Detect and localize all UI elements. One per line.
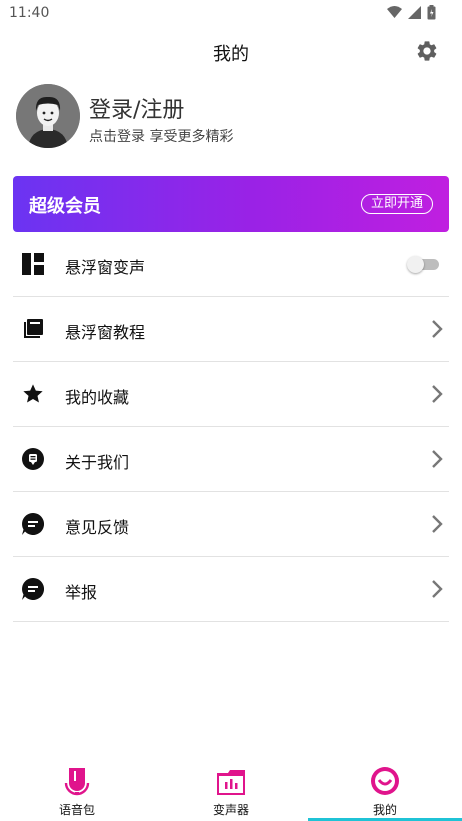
profile-section[interactable]: 登录/注册 点击登录 享受更多精彩 xyxy=(0,84,462,154)
wifi-icon xyxy=(387,6,402,18)
avatar[interactable] xyxy=(16,84,80,148)
tab-voice-changer[interactable]: 变声器 xyxy=(154,762,308,821)
vip-activate-button[interactable]: 立即开通 xyxy=(360,194,433,214)
chat-icon xyxy=(22,513,44,535)
login-register-link[interactable]: 登录/注册 xyxy=(89,92,184,124)
chevron-right-icon xyxy=(432,580,443,598)
page-title: 我的 xyxy=(213,44,249,65)
dashboard-icon xyxy=(22,253,44,275)
tab-voice-pack[interactable]: 语音包 xyxy=(0,762,154,821)
settings-menu: 悬浮窗变声 悬浮窗教程 我的收藏 关于我们 意见反馈 举报 xyxy=(13,232,449,622)
status-icons xyxy=(387,5,436,20)
status-time: 11:40 xyxy=(9,5,50,21)
status-bar: 11:40 xyxy=(0,0,462,26)
avatar-person-icon xyxy=(16,84,80,148)
tab-label: 变声器 xyxy=(212,803,249,817)
chevron-right-icon xyxy=(432,450,443,468)
floating-voice-toggle[interactable] xyxy=(407,256,439,273)
tab-label: 语音包 xyxy=(58,803,95,817)
menu-item-label: 关于我们 xyxy=(65,453,130,472)
voice-pack-icon xyxy=(64,768,90,796)
menu-item-floating-voice[interactable]: 悬浮窗变声 xyxy=(13,232,449,297)
menu-item-label: 悬浮窗教程 xyxy=(65,323,146,342)
menu-item-label: 悬浮窗变声 xyxy=(65,258,146,277)
menu-item-label: 意见反馈 xyxy=(65,518,130,537)
gear-icon[interactable] xyxy=(415,39,439,63)
chevron-right-icon xyxy=(432,385,443,403)
login-subtitle: 点击登录 享受更多精彩 xyxy=(89,129,234,145)
menu-item-about-us[interactable]: 关于我们 xyxy=(13,427,449,492)
menu-item-favorites[interactable]: 我的收藏 xyxy=(13,362,449,427)
menu-item-floating-tutorial[interactable]: 悬浮窗教程 xyxy=(13,297,449,362)
profile-smile-icon xyxy=(371,767,399,795)
bottom-tab-bar: 语音包 变声器 我的 xyxy=(0,762,462,821)
menu-item-report[interactable]: 举报 xyxy=(13,557,449,622)
battery-icon xyxy=(427,5,436,20)
signal-icon xyxy=(408,6,421,19)
chevron-right-icon xyxy=(432,320,443,338)
chevron-right-icon xyxy=(432,515,443,533)
voice-changer-icon xyxy=(217,770,245,795)
menu-item-label: 我的收藏 xyxy=(65,388,130,407)
chat-icon xyxy=(22,578,44,600)
book-icon xyxy=(24,319,43,338)
info-bubble-icon xyxy=(22,448,44,470)
star-icon xyxy=(23,384,43,403)
vip-title: 超级会员 xyxy=(29,196,101,217)
tab-mine[interactable]: 我的 xyxy=(308,762,462,821)
tab-label: 我的 xyxy=(372,803,397,817)
page-header: 我的 xyxy=(0,30,462,74)
vip-banner[interactable]: 超级会员 立即开通 xyxy=(13,176,449,232)
menu-item-label: 举报 xyxy=(65,583,98,602)
menu-item-feedback[interactable]: 意见反馈 xyxy=(13,492,449,557)
